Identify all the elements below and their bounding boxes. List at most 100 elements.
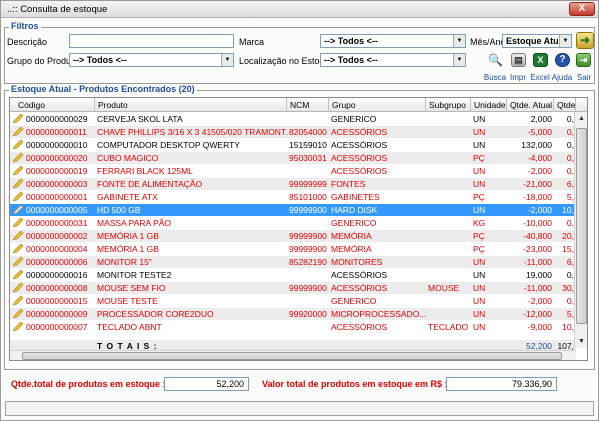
cell-unidade: PÇ [473, 153, 485, 163]
cell-qtde: -5,000 [527, 127, 552, 137]
cell-produto: PROCESSADOR CORE2DUO [97, 309, 214, 319]
mes-ano-select[interactable]: Estoque Atual ▼ [502, 34, 572, 48]
cell-min: 5, [566, 192, 574, 202]
col-codigo[interactable]: Código [10, 98, 95, 112]
table-row[interactable]: 0000000000010 COMPUTADOR DESKTOP QWERTY 15… [10, 139, 576, 151]
impr-label[interactable]: Impr [507, 73, 529, 82]
cell-qtde: -2,000 [527, 205, 552, 215]
exit-icon: ⇥ [576, 53, 591, 67]
cell-produto: CERVEJA SKOL LATA [97, 114, 183, 124]
table-row[interactable]: 0000000000005 HD 500 GB 99999900 HARD DISK U… [10, 204, 576, 216]
cell-unidade: UN [473, 179, 486, 189]
close-button[interactable]: X [569, 2, 595, 16]
cell-codigo: 0000000000015 [26, 296, 88, 306]
sair-button[interactable]: ⇥ [573, 53, 595, 75]
table-row[interactable]: 0000000000009 PROCESSADOR CORE2DUO 9992000… [10, 308, 576, 320]
cell-unidade: PÇ [473, 192, 485, 202]
table-row[interactable]: 0000000000003 FONTE DE ALIMENTAÇÃO 9999999… [10, 178, 576, 190]
col-qtde-atual[interactable]: Qtde. Atual [507, 98, 554, 112]
cell-ncm: 99999900 [289, 205, 327, 215]
table-row[interactable]: 0000000000004 MEMÓRIA 1 GB 99999900 MEMÓRIA… [10, 243, 576, 255]
marca-label: Marca [239, 37, 265, 47]
excel-button[interactable]: X [529, 53, 551, 75]
stock-table[interactable]: Código Produto NCM Grupo Subgrupo Unidad… [9, 97, 588, 361]
ajuda-button[interactable]: ? [551, 53, 573, 75]
cell-produto: FONTE DE ALIMENTAÇÃO [97, 179, 203, 189]
localizacao-select[interactable]: --> Todos <-- ▼ [320, 53, 466, 67]
window: ..:: Consulta de estoque X Filtros Descr… [0, 0, 599, 421]
qtde-total-label: Qtde.total de produtos em estoque : [11, 379, 166, 389]
cell-min: 6, [566, 257, 574, 267]
scroll-down-icon[interactable]: ▼ [575, 335, 587, 348]
table-row[interactable]: 0000000000020 CUBO MAGICO 95030031 ACESSÓRI… [10, 152, 576, 164]
cell-qtde: 132,000 [521, 140, 552, 150]
table-row[interactable]: 0000000000015 MOUSE TESTE GENERICO UN -2,000… [10, 295, 576, 307]
cell-produto: CUBO MAGICO [97, 153, 159, 163]
table-header: Código Produto NCM Grupo Subgrupo Unidad… [10, 98, 587, 112]
col-ncm[interactable]: NCM [287, 98, 329, 112]
descricao-input[interactable] [69, 34, 234, 48]
busca-label[interactable]: Busca [483, 73, 507, 82]
ajuda-label[interactable]: Ajuda [550, 73, 574, 82]
table-row[interactable]: 0000000000019 FERRARI BLACK 125ML ACESSÓRI… [10, 165, 576, 177]
busca-button[interactable]: 🔍 [484, 53, 506, 75]
cell-produto: COMPUTADOR DESKTOP QWERTY [97, 140, 240, 150]
cell-grupo: MICROPROCESSADO... [331, 309, 426, 319]
col-qtde-min[interactable]: Qtde.Mín [554, 98, 576, 112]
cell-subgrupo [426, 308, 471, 320]
cell-subgrupo [426, 295, 471, 307]
cell-min: 6, [566, 179, 574, 189]
cell-ncm [287, 321, 329, 333]
cell-produto: FERRARI BLACK 125ML [97, 166, 193, 176]
impr-button[interactable]: ▤ [507, 53, 529, 75]
cell-codigo: 0000000000016 [26, 270, 88, 280]
table-row[interactable]: 0000000000031 MASSA PARA PÃO GENERICO KG -10… [10, 217, 576, 229]
col-subgrupo[interactable]: Subgrupo [426, 98, 471, 112]
cell-subgrupo: TECLADO [428, 322, 469, 332]
col-unidade[interactable]: Unidade [471, 98, 507, 112]
col-grupo[interactable]: Grupo [329, 98, 426, 112]
table-row[interactable]: 0000000000001 GABINETE ATX 85101000 GABINET… [10, 191, 576, 203]
table-row[interactable]: 0000000000007 TECLADO ABNT ACESSÓRIOS TECLA… [10, 321, 576, 333]
cell-qtde: -21,000 [523, 179, 552, 189]
localizacao-value: --> Todos <-- [324, 55, 378, 65]
cell-min: 20, [562, 231, 574, 241]
col-produto[interactable]: Produto [95, 98, 287, 112]
horizontal-scrollbar[interactable] [10, 350, 576, 360]
cell-ncm: 85282190 [289, 257, 327, 267]
cell-grupo: MEMÓRIA [331, 244, 372, 254]
cell-grupo: GENERICO [331, 218, 377, 228]
results-legend: Estoque Atual - Produtos Encontrados (20… [9, 84, 197, 94]
cell-codigo: 0000000000011 [26, 127, 87, 137]
cell-unidade: UN [473, 322, 486, 332]
cell-qtde: 2,000 [530, 114, 552, 124]
table-row[interactable]: 0000000000029 CERVEJA SKOL LATA GENERICO UN… [10, 113, 576, 125]
cell-subgrupo [426, 204, 471, 216]
table-row[interactable]: 0000000000008 MOUSE SEM FIO 99999900 ACESSÓ… [10, 282, 576, 294]
vertical-scrollbar[interactable]: ▲ ▼ [574, 112, 587, 348]
table-row[interactable]: 0000000000011 CHAVE PHILLIPS 3/16 X 3 415… [10, 126, 576, 138]
table-row[interactable]: 0000000000006 MONITOR 15" 85282190 MONITORE… [10, 256, 576, 268]
grupo-select[interactable]: --> Todos <-- ▼ [69, 53, 234, 67]
hscroll-thumb[interactable] [22, 352, 562, 360]
cell-grupo: ACESSÓRIOS [331, 127, 388, 137]
arrow-right-icon[interactable]: ➜ [576, 32, 594, 49]
cell-codigo: 0000000000002 [26, 231, 88, 241]
help-icon: ? [555, 53, 570, 67]
scroll-up-icon[interactable]: ▲ [575, 112, 587, 125]
marca-select[interactable]: --> Todos <-- ▼ [320, 34, 466, 48]
sair-label[interactable]: Sair [573, 73, 595, 82]
cell-ncm [287, 217, 329, 229]
cell-subgrupo [426, 243, 471, 255]
cell-grupo: FONTES [331, 179, 366, 189]
table-row[interactable]: 0000000000002 MEMÓRIA 1 GB 99999900 MEMÓRIA… [10, 230, 576, 242]
table-row[interactable]: 0000000000016 MONITOR TESTE2 ACESSÓRIOS UN 1… [10, 269, 576, 281]
cell-ncm: 99999900 [289, 231, 327, 241]
mes-ano-value: Estoque Atual [506, 36, 567, 46]
excel-label[interactable]: Excel [528, 73, 552, 82]
cell-codigo: 0000000000007 [26, 322, 88, 332]
scroll-thumb[interactable] [576, 128, 587, 324]
chevron-down-icon: ▼ [453, 35, 465, 47]
cell-min: 10, [562, 205, 574, 215]
cell-unidade: UN [473, 140, 486, 150]
